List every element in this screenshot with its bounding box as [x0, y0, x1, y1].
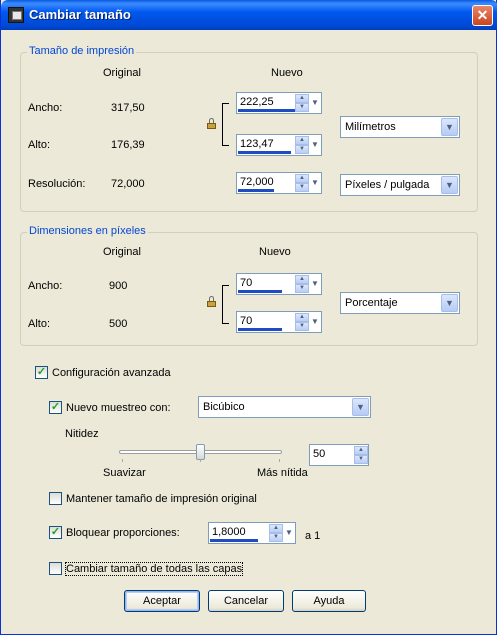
lock-ratio-checkbox[interactable]: ✓ — [49, 526, 62, 539]
print-width-original: 317,50 — [111, 102, 145, 114]
close-icon: ✕ — [476, 7, 489, 23]
pixel-height-label: Alto: — [28, 318, 51, 330]
help-button[interactable]: Ayuda — [292, 590, 366, 612]
print-width-input[interactable]: 222,25 ▲ ▼ ▼ — [236, 92, 322, 114]
advanced-checkbox[interactable]: ✓ — [35, 366, 48, 379]
pixel-height-original: 500 — [109, 318, 128, 330]
resolution-original: 72,000 — [111, 178, 145, 190]
pixel-width-input[interactable]: 70 ▲ ▼ ▼ — [236, 273, 322, 295]
pixel-new-header: Nuevo — [259, 246, 291, 258]
slider-tick — [200, 459, 201, 462]
app-icon — [8, 7, 24, 23]
print-height-input[interactable]: 123,47 ▲ ▼ ▼ — [236, 134, 322, 156]
cancel-button[interactable]: Cancelar — [208, 590, 284, 612]
title-bar[interactable]: Cambiar tamaño ✕ — [1, 0, 497, 30]
pixel-dims-group-title: Dimensiones en píxeles — [27, 225, 148, 237]
lock-icon — [207, 296, 216, 307]
keep-print-size-checkbox[interactable] — [49, 492, 62, 505]
print-unit-select[interactable]: Milímetros ▼ — [340, 116, 460, 138]
all-layers-label[interactable]: Cambiar tamaño de todas las capas — [64, 562, 244, 576]
ok-button[interactable]: Aceptar — [124, 590, 200, 612]
chevron-down-icon[interactable]: ▼ — [352, 398, 369, 416]
print-original-header: Original — [103, 67, 141, 79]
resolution-unit-select[interactable]: Píxeles / pulgada ▼ — [340, 174, 460, 196]
pixel-width-label: Ancho: — [28, 280, 63, 292]
slider-tick — [279, 459, 280, 462]
sharpness-input[interactable]: 50 ▲ ▼ — [309, 444, 369, 466]
lock-icon — [207, 118, 216, 129]
pixel-original-header: Original — [103, 246, 141, 258]
slider-tick — [122, 459, 123, 462]
sharpness-slider-thumb[interactable] — [196, 444, 205, 460]
chevron-down-icon[interactable]: ▼ — [309, 313, 321, 331]
chevron-down-icon[interactable]: ▼ — [309, 94, 321, 112]
pixel-height-input[interactable]: 70 ▲ ▼ ▼ — [236, 311, 322, 333]
resolution-label: Resolución: — [28, 178, 86, 190]
advanced-label[interactable]: Configuración avanzada — [52, 367, 171, 379]
resolution-input[interactable]: 72,000 ▲ ▼ ▼ — [236, 172, 322, 194]
sharper-label: Más nítida — [257, 467, 308, 479]
pixel-unit-select[interactable]: Porcentaje ▼ — [340, 292, 460, 314]
ratio-suffix: a 1 — [305, 530, 321, 542]
smooth-label: Suavizar — [103, 467, 146, 479]
chevron-down-icon[interactable]: ▼ — [441, 118, 458, 136]
close-button[interactable]: ✕ — [472, 5, 493, 26]
chevron-down-icon[interactable]: ▼ — [441, 294, 458, 312]
lock-ratio-label[interactable]: Bloquear proporciones: — [66, 527, 180, 539]
print-height-label: Alto: — [28, 139, 51, 151]
resample-label[interactable]: Nuevo muestreo con: — [66, 402, 171, 414]
sharpness-label: Nitidez — [65, 428, 99, 440]
keep-print-size-label[interactable]: Mantener tamaño de impresión original — [66, 493, 257, 505]
print-height-original: 176,39 — [111, 139, 145, 151]
print-width-label: Ancho: — [28, 102, 63, 114]
all-layers-checkbox[interactable] — [49, 562, 62, 575]
window-title: Cambiar tamaño — [29, 7, 131, 22]
resample-method-select[interactable]: Bicúbico ▼ — [198, 396, 371, 418]
chevron-down-icon[interactable]: ▼ — [283, 524, 295, 542]
print-link-bracket — [222, 103, 229, 146]
resample-checkbox[interactable]: ✓ — [49, 401, 62, 414]
print-size-group-title: Tamaño de impresión — [27, 45, 137, 57]
pixel-link-bracket — [222, 285, 229, 324]
pixel-width-original: 900 — [109, 280, 128, 292]
chevron-down-icon[interactable]: ▼ — [309, 174, 321, 192]
chevron-down-icon[interactable]: ▼ — [309, 136, 321, 154]
ratio-input[interactable]: 1,8000 ▲ ▼ ▼ — [208, 522, 296, 544]
print-new-header: Nuevo — [271, 67, 303, 79]
chevron-down-icon[interactable]: ▼ — [309, 275, 321, 293]
chevron-down-icon[interactable]: ▼ — [441, 176, 458, 194]
resize-dialog: Cambiar tamaño ✕ Tamaño de impresión Ori… — [0, 0, 497, 635]
